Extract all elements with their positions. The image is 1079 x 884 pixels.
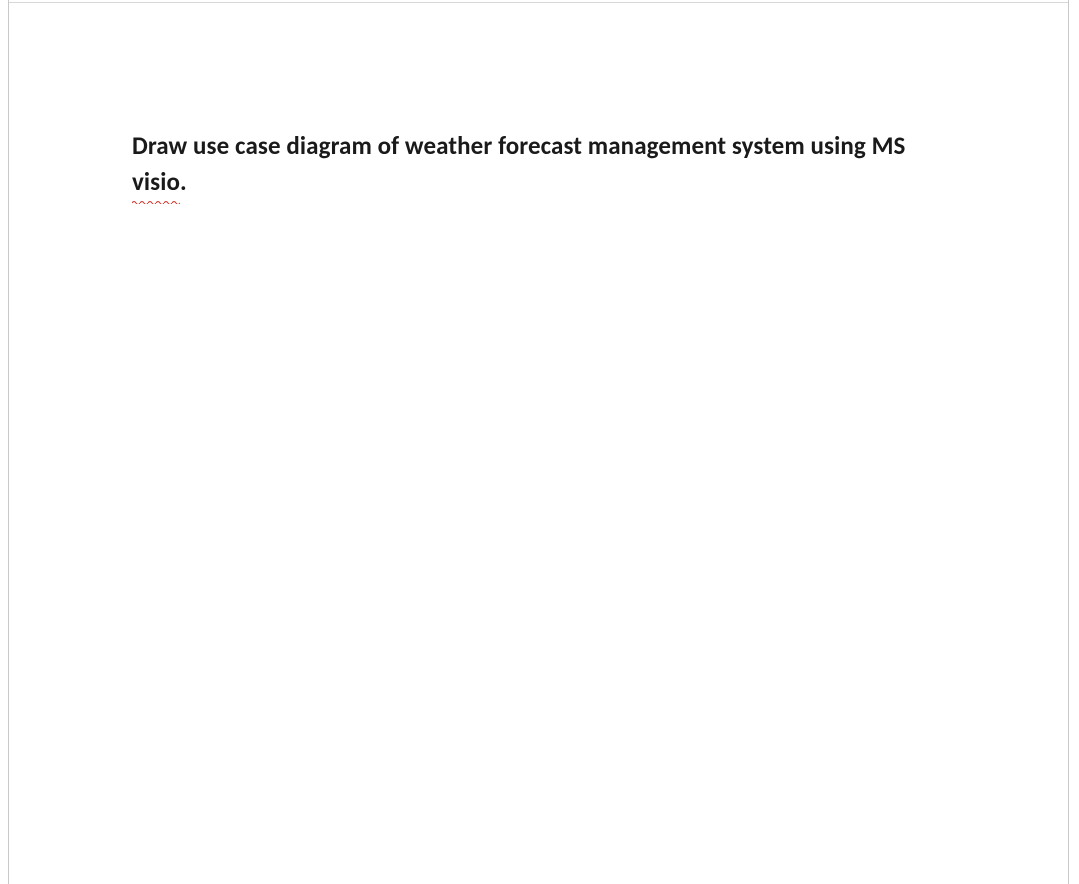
text-run-trailing: . (180, 166, 187, 197)
body-text[interactable]: Draw use case diagram of weather forecas… (132, 128, 939, 201)
spellcheck-underline[interactable]: visio (132, 164, 180, 200)
text-run: Draw use case diagram of weather forecas… (132, 130, 905, 161)
page-border-left (8, 0, 9, 884)
page-border-top (8, 2, 1069, 3)
page-border-right (1068, 0, 1069, 884)
misspelled-word: visio (132, 166, 180, 197)
document-page: Draw use case diagram of weather forecas… (0, 0, 1079, 884)
